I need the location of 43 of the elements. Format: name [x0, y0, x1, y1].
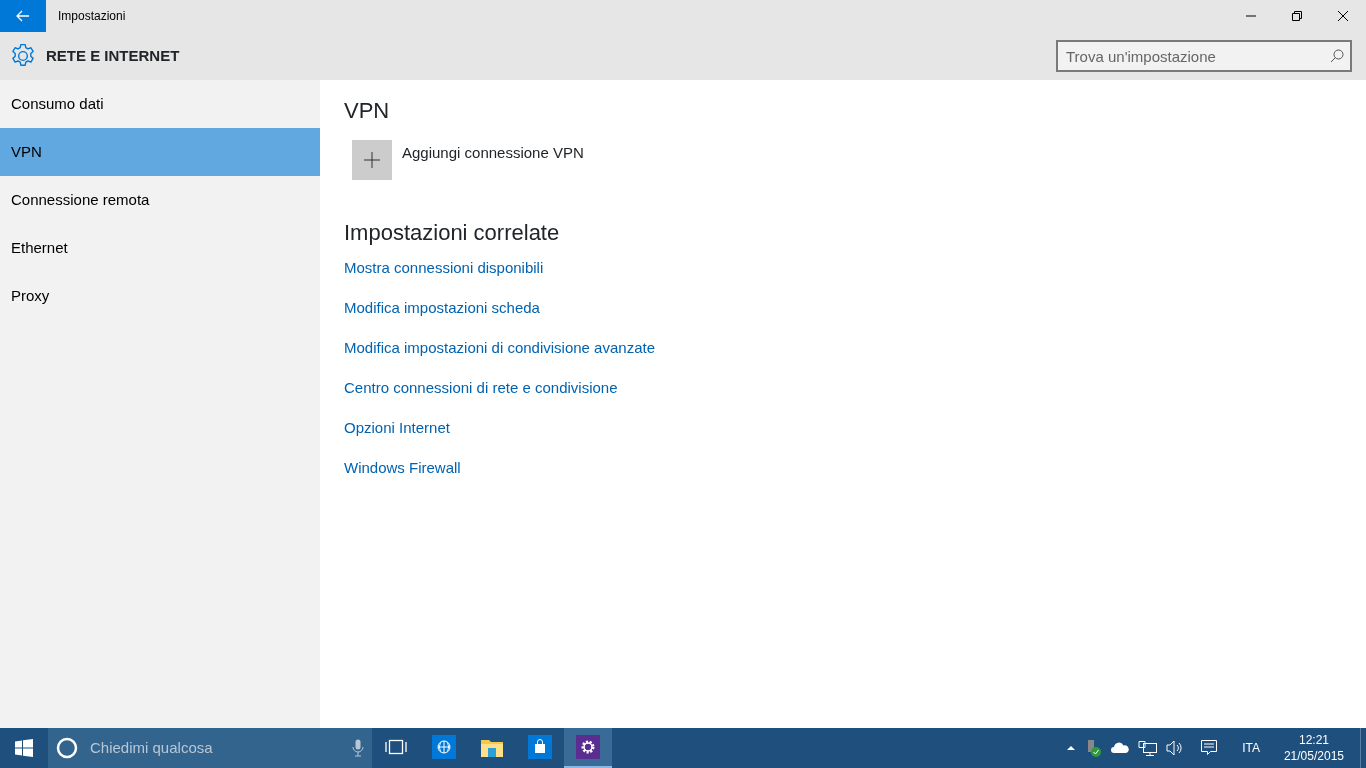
- language-indicator[interactable]: ITA: [1242, 739, 1260, 757]
- microphone-icon: [352, 739, 364, 757]
- back-arrow-icon: [16, 10, 30, 22]
- clock-date[interactable]: 21/05/2015: [1283, 748, 1344, 764]
- search-icon: [1330, 49, 1344, 63]
- network-icon: [1138, 740, 1159, 756]
- caret-up-icon: [1066, 744, 1077, 752]
- globe-icon: [432, 735, 456, 759]
- taskbar-app-button[interactable]: [564, 728, 612, 768]
- plus-icon: [364, 152, 380, 169]
- add-button[interactable]: [352, 140, 392, 181]
- task-view-icon: [385, 739, 407, 755]
- settings-link[interactable]: Mostra connessioni disponibili: [344, 256, 544, 297]
- close-icon: [1338, 11, 1348, 21]
- sidebar-item[interactable]: Connessione remota: [0, 176, 320, 224]
- section-heading: Impostazioni correlate: [344, 220, 561, 247]
- section-title: RETE E INTERNET: [46, 45, 180, 66]
- settings-link[interactable]: Modifica impostazioni di condivisione avanzate: [344, 336, 655, 377]
- restore-icon: [1292, 11, 1302, 21]
- sidebar-item[interactable]: Ethernet: [0, 224, 320, 272]
- settings-link[interactable]: Centro connessioni di rete e condivisione: [344, 376, 618, 417]
- speaker-icon: [1166, 740, 1185, 756]
- page-heading: VPN: [344, 98, 391, 125]
- shopping-bag-icon: [528, 735, 552, 759]
- settings-link[interactable]: Modifica impostazioni scheda: [344, 296, 540, 337]
- gear-icon: [10, 43, 36, 69]
- window-title: Impostazioni: [58, 8, 126, 25]
- circle-icon: [56, 737, 78, 759]
- taskbar-search-field[interactable]: Chiedimi qualcosa: [88, 735, 352, 761]
- back-button[interactable]: [0, 0, 46, 32]
- settings-link[interactable]: Opzioni Internet: [344, 416, 450, 457]
- taskbar-search-bar[interactable]: Chiedimi qualcosa: [48, 728, 372, 768]
- sidebar-item[interactable]: VPN: [0, 128, 320, 176]
- gear-icon: [576, 735, 600, 759]
- sidebar-item[interactable]: Proxy: [0, 272, 320, 320]
- notification-icon: [1200, 739, 1219, 757]
- add-vpn-link[interactable]: Aggiungi connessione VPN: [402, 142, 584, 165]
- windows-logo-icon: [15, 739, 33, 757]
- cloud-icon: [1110, 741, 1131, 755]
- settings-link[interactable]: Windows Firewall: [344, 456, 461, 497]
- search-field[interactable]: Trova un'impostazione: [1056, 40, 1352, 72]
- clock-time[interactable]: 12:21: [1283, 732, 1344, 748]
- sidebar-item[interactable]: Consumo dati: [0, 80, 320, 128]
